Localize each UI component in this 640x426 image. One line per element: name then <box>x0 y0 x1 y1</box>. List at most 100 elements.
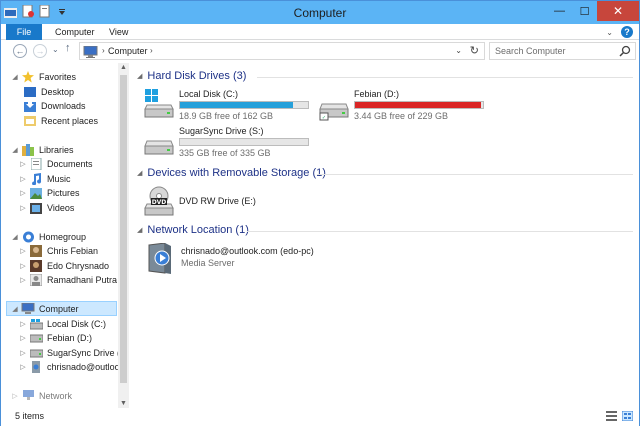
expand-icon[interactable]: ▷ <box>19 334 27 342</box>
desktop-icon <box>23 86 37 98</box>
drive-name: DVD RW Drive (E:) <box>179 196 256 206</box>
nav-label: Ramadhani Putra <box>47 275 118 285</box>
collapse-icon[interactable]: ◢ <box>11 305 19 313</box>
details-view-icon[interactable] <box>606 411 617 423</box>
help-icon[interactable]: ? <box>621 26 633 38</box>
group-header-network-location[interactable]: ◢ Network Location (1) <box>137 224 249 236</box>
nav-label: Computer <box>39 303 79 314</box>
drive-sugarsync-s[interactable]: SugarSync Drive (S:) 335 GB free of 335 … <box>143 126 323 160</box>
scroll-down-icon[interactable]: ▼ <box>120 400 127 407</box>
expand-icon[interactable]: ▷ <box>19 349 27 357</box>
collapse-icon[interactable]: ◢ <box>11 146 19 154</box>
expand-icon[interactable]: ▷ <box>19 160 27 168</box>
drive-local-disk-c[interactable]: Local Disk (C:) 18.9 GB free of 162 GB <box>143 89 323 123</box>
expand-icon[interactable]: ▷ <box>19 363 27 371</box>
group-header-hard-disks[interactable]: ◢ Hard Disk Drives (3) <box>137 70 246 82</box>
user-avatar-icon <box>29 245 43 257</box>
nav-item-edo-chrysnado[interactable]: ▷ Edo Chrysnado <box>19 259 109 273</box>
nav-item-documents[interactable]: ▷ Documents <box>19 157 93 171</box>
nav-favorites[interactable]: ◢ Favorites <box>11 70 76 84</box>
breadcrumb-computer[interactable]: Computer <box>108 46 148 56</box>
drive-dvd-rw-e[interactable]: DVD DVD RW Drive (E:) <box>143 186 323 220</box>
back-button[interactable]: ← <box>13 44 27 58</box>
up-button[interactable]: ↑ <box>65 42 71 54</box>
hard-drive-icon <box>29 332 43 344</box>
scroll-up-icon[interactable]: ▲ <box>120 64 127 71</box>
star-icon <box>21 71 35 83</box>
tab-file[interactable]: File <box>6 24 42 40</box>
expand-icon[interactable]: ▷ <box>19 189 27 197</box>
view-switcher <box>606 410 634 423</box>
nav-scrollbar[interactable]: ▲ ▼ <box>118 63 129 408</box>
breadcrumb-chevron-icon[interactable]: › <box>102 46 105 55</box>
nav-libraries[interactable]: ◢ Libraries <box>11 143 74 157</box>
nav-item-ramadhani-putra[interactable]: ▷ Ramadhani Putra <box>19 273 117 287</box>
nav-item-videos[interactable]: ▷ Videos <box>19 201 74 215</box>
expand-icon[interactable]: ▷ <box>19 204 27 212</box>
hard-drive-icon: ✓ <box>318 89 350 121</box>
drive-free-space: 335 GB free of 335 GB <box>179 148 271 158</box>
close-button[interactable]: ✕ <box>597 1 639 21</box>
address-row: ← → ⌄ ↑ › Computer › ⌄ ↻ Search Computer <box>1 41 639 61</box>
documents-icon <box>29 158 43 170</box>
nav-computer[interactable]: ◢ Computer <box>6 301 117 316</box>
group-header-removable[interactable]: ◢ Devices with Removable Storage (1) <box>137 167 326 179</box>
ribbon-right-controls: ⌄ ? <box>606 26 633 38</box>
network-media-server[interactable]: chrisnado@outlook.com (edo-pc) Media Ser… <box>145 242 385 277</box>
tab-computer[interactable]: Computer <box>55 24 95 40</box>
nav-label: Videos <box>47 203 75 213</box>
expand-icon[interactable]: ▷ <box>19 320 27 328</box>
group-divider <box>317 174 633 175</box>
tab-view[interactable]: View <box>109 24 128 40</box>
nav-item-febian-d[interactable]: ▷ Febian (D:) <box>19 331 92 345</box>
nav-label: Recent places <box>41 116 99 126</box>
search-box[interactable]: Search Computer <box>489 42 636 60</box>
nav-label: Chris Febian <box>47 246 99 256</box>
collapse-group-icon[interactable]: ◢ <box>137 169 142 177</box>
drive-free-space: 18.9 GB free of 162 GB <box>179 111 274 121</box>
recent-locations-icon[interactable]: ⌄ <box>52 45 59 54</box>
nav-item-recent-places[interactable]: Recent places <box>23 114 98 128</box>
nav-item-chris-febian[interactable]: ▷ Chris Febian <box>19 244 98 258</box>
forward-button[interactable]: → <box>33 44 47 58</box>
collapse-icon[interactable]: ◢ <box>11 233 19 241</box>
nav-item-music[interactable]: ▷ Music <box>19 172 71 186</box>
user-avatar-icon <box>29 260 43 272</box>
drive-usage-bar <box>354 101 484 109</box>
nav-item-downloads[interactable]: Downloads <box>23 99 86 113</box>
address-bar[interactable]: › Computer › ⌄ ↻ <box>79 42 485 60</box>
expand-ribbon-icon[interactable]: ⌄ <box>606 28 613 37</box>
media-server-icon <box>145 242 177 275</box>
scroll-thumb[interactable] <box>120 75 127 383</box>
search-input[interactable]: Search Computer <box>495 46 566 56</box>
expand-icon[interactable]: ▷ <box>11 392 19 400</box>
search-icon[interactable] <box>619 45 631 59</box>
maximize-button[interactable]: ☐ <box>572 1 597 21</box>
collapse-group-icon[interactable]: ◢ <box>137 72 142 80</box>
expand-icon[interactable]: ▷ <box>19 175 27 183</box>
breadcrumb-chevron-icon[interactable]: › <box>150 46 153 55</box>
nav-item-local-disk-c[interactable]: ▷ Local Disk (C:) <box>19 317 106 331</box>
nav-item-pictures[interactable]: ▷ Pictures <box>19 186 80 200</box>
nav-label: chrisnado@outlook.c <box>47 362 129 372</box>
expand-icon[interactable]: ▷ <box>19 247 27 255</box>
item-count: 5 items <box>15 411 45 421</box>
nav-item-desktop[interactable]: Desktop <box>23 85 74 99</box>
minimize-button[interactable]: — <box>547 1 572 21</box>
drive-febian-d[interactable]: ✓ Febian (D:) 3.44 GB free of 229 GB <box>318 89 498 123</box>
expand-icon[interactable]: ▷ <box>19 276 27 284</box>
downloads-icon <box>23 100 37 112</box>
nav-item-media-server[interactable]: ▷ chrisnado@outlook.c <box>19 360 129 374</box>
ribbon-tabs: File Computer View ⌄ ? <box>1 24 639 40</box>
windows-drive-icon <box>143 89 175 121</box>
nav-item-sugarsync-s[interactable]: ▷ SugarSync Drive (S:) <box>19 346 129 360</box>
nav-label: Desktop <box>41 87 75 97</box>
nav-network[interactable]: ▷ Network <box>11 389 72 403</box>
collapse-icon[interactable]: ◢ <box>11 73 19 81</box>
expand-icon[interactable]: ▷ <box>19 262 27 270</box>
nav-homegroup[interactable]: ◢ Homegroup <box>11 230 86 244</box>
refresh-icon[interactable]: ↻ <box>470 44 479 57</box>
collapse-group-icon[interactable]: ◢ <box>137 226 142 234</box>
tiles-view-icon[interactable] <box>621 410 634 423</box>
address-dropdown-icon[interactable]: ⌄ <box>455 46 462 55</box>
